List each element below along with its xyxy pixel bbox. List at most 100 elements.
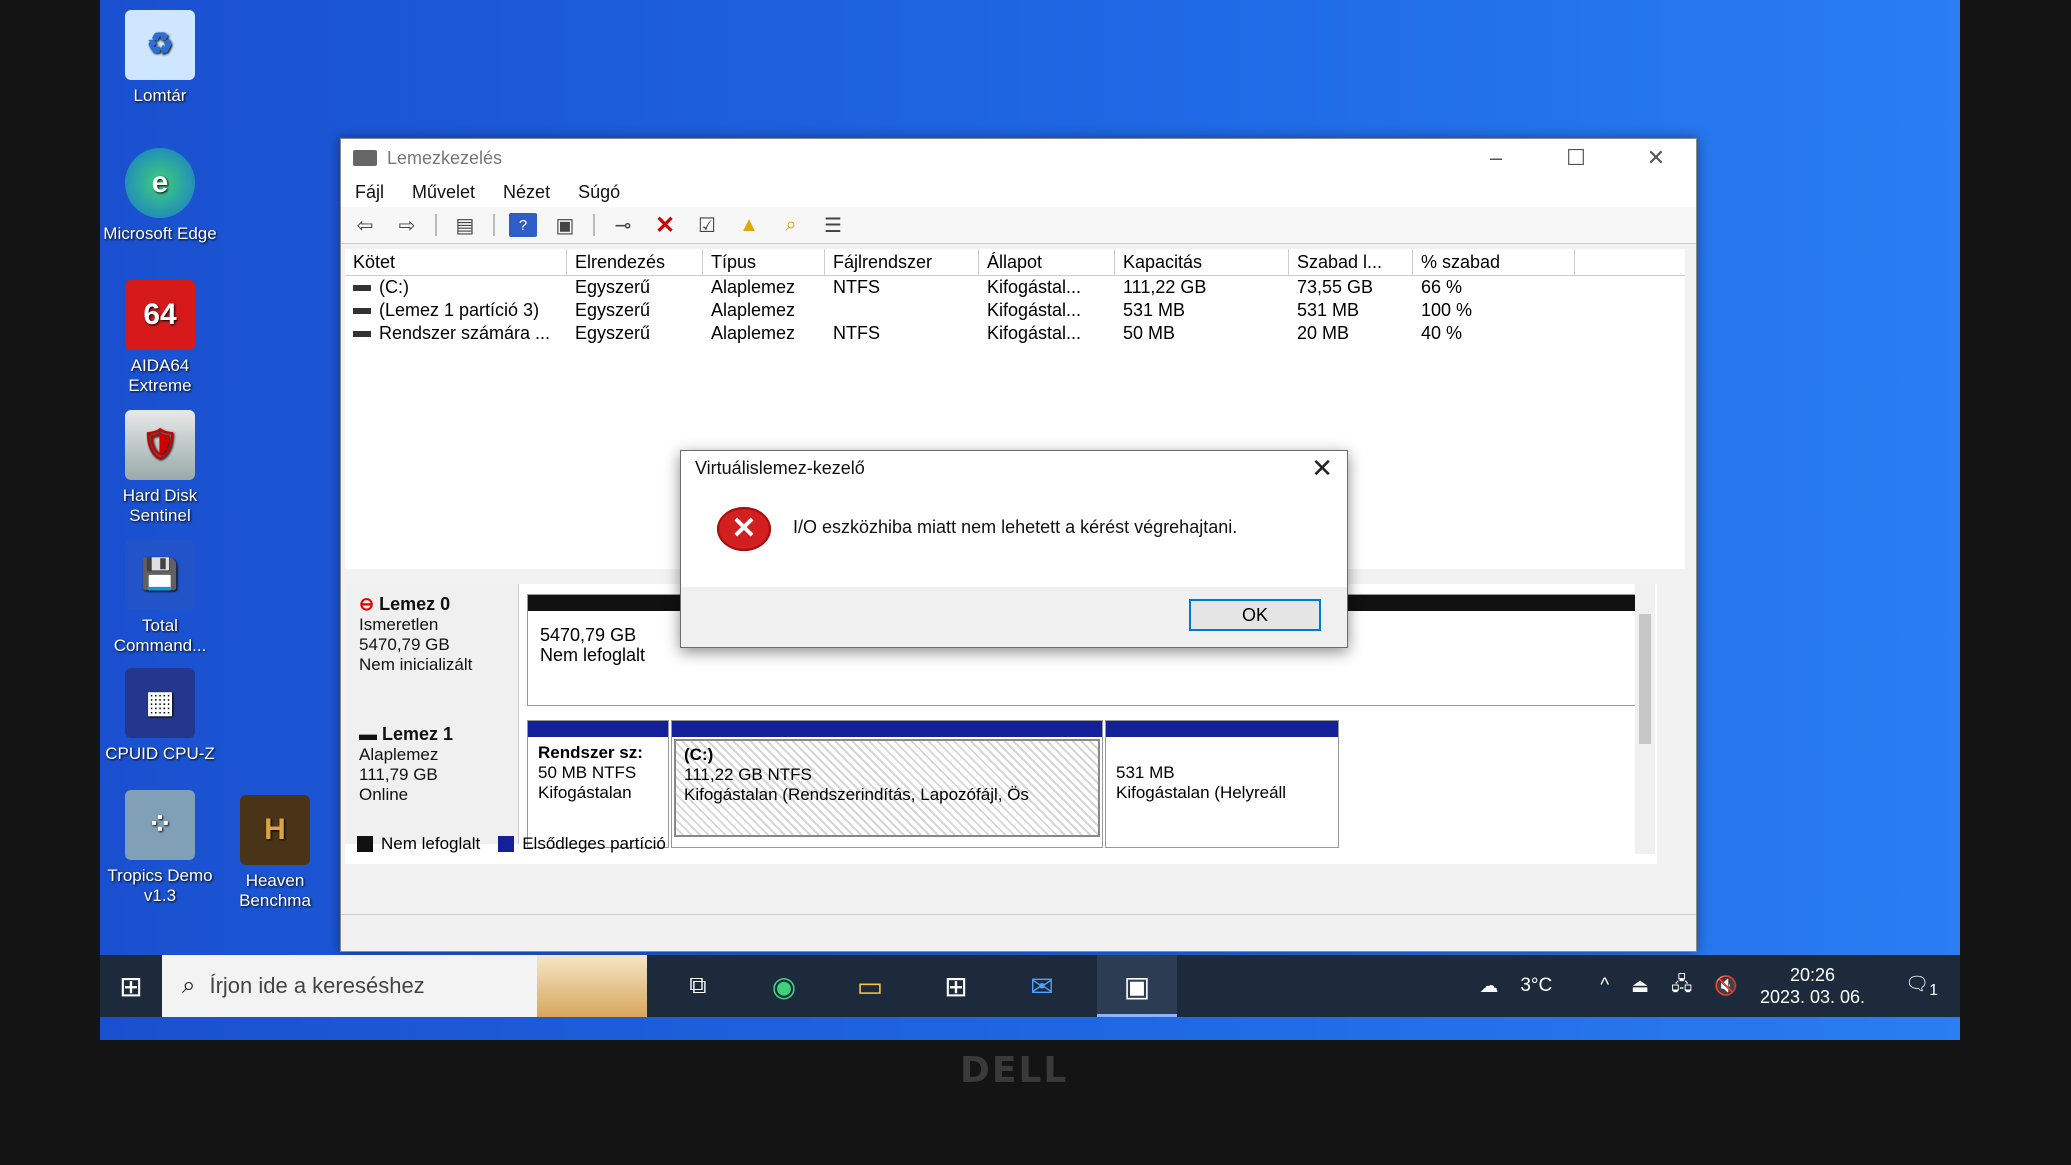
toolbar-separator xyxy=(493,214,495,236)
volume-icon xyxy=(353,331,371,338)
column-header[interactable]: Szabad l... xyxy=(1289,249,1413,275)
close-button[interactable]: ✕ xyxy=(1616,145,1696,171)
clock-date: 2023. 03. 06. xyxy=(1759,987,1866,1007)
table-cell: NTFS xyxy=(833,277,880,297)
store-icon[interactable]: ⊞ xyxy=(925,955,987,1017)
column-header[interactable]: Állapot xyxy=(979,249,1115,275)
disk-error-icon: ⊖ xyxy=(359,594,375,614)
partition-c[interactable]: (C:) 111,22 GB NTFS Kifogástalan (Rendsz… xyxy=(671,720,1103,848)
desktop-icon-aida64[interactable]: 64 AIDA64 Extreme xyxy=(100,280,220,396)
desktop-icon-recycle-bin[interactable]: ♻ Lomtár xyxy=(100,10,220,106)
disk-management-taskbar-icon[interactable]: ▣ xyxy=(1097,955,1177,1017)
dialog-message: I/O eszközhiba miatt nem lehetett a kéré… xyxy=(793,517,1238,537)
taskbar-search[interactable]: ⌕ Írjon ide a kereséshez xyxy=(162,955,647,1017)
column-header[interactable]: % szabad xyxy=(1413,249,1575,275)
table-cell xyxy=(825,299,979,322)
help-icon[interactable]: ? xyxy=(509,213,537,237)
connect-disk-icon[interactable]: ⊸ xyxy=(609,213,637,237)
menu-action[interactable]: Művelet xyxy=(412,182,475,203)
partition-status: Kifogástalan (Rendszerindítás, Lapozófáj… xyxy=(684,785,1029,804)
tropics-icon: ⁘ xyxy=(125,790,195,860)
mail-icon[interactable]: ✉ xyxy=(1011,955,1073,1017)
legend-primary: Elsődleges partíció xyxy=(522,834,666,853)
disk-management-icon xyxy=(353,150,377,166)
active-indicator xyxy=(1097,1014,1177,1017)
dialog-close-button[interactable]: ✕ xyxy=(1311,453,1333,484)
desktop-icon-heaven[interactable]: H Heaven Benchma xyxy=(215,795,335,911)
dialog-title: Virtuálislemez-kezelő xyxy=(695,458,865,478)
table-cell: Egyszerű xyxy=(575,323,651,343)
forward-arrow-icon[interactable]: ⇨ xyxy=(393,213,421,237)
partition-detail: 531 MB xyxy=(1116,763,1175,782)
weather-icon[interactable]: ☁ xyxy=(1479,975,1498,998)
search-input[interactable]: Írjon ide a kereséshez xyxy=(209,973,424,999)
aida64-icon: 64 xyxy=(125,280,195,350)
partition-name: (C:) xyxy=(684,745,714,764)
column-header[interactable]: Kötet xyxy=(345,249,567,275)
checkmark-icon[interactable]: ☑ xyxy=(693,213,721,237)
window-title: Lemezkezelés xyxy=(387,147,503,168)
table-cell: 66 % xyxy=(1421,277,1463,297)
table-cell: Kifogástal... xyxy=(987,300,1082,320)
network-icon[interactable]: 🖧 xyxy=(1671,970,1692,1002)
table-cell: Alaplemez xyxy=(711,300,796,320)
chevron-up-icon[interactable]: ^ xyxy=(1600,975,1609,997)
start-button[interactable]: ⊞ xyxy=(100,955,162,1017)
list-view-icon[interactable]: ☰ xyxy=(819,213,847,237)
properties-icon[interactable]: ▣ xyxy=(551,213,579,237)
table-row[interactable]: (C:) Egyszerű Alaplemez NTFS Kifogástal.… xyxy=(345,276,1685,299)
disk-type: Alaplemez xyxy=(359,745,439,764)
clock[interactable]: 20:26 2023. 03. 06. xyxy=(1760,964,1865,1008)
table-row[interactable]: Rendszer számára ... Egyszerű Alaplemez … xyxy=(345,322,1685,345)
dialog-footer: OK xyxy=(681,587,1347,647)
scrollbar-thumb[interactable] xyxy=(1639,614,1651,744)
volume-muted-icon[interactable]: 🔇 xyxy=(1714,974,1738,998)
delete-icon[interactable]: ✕ xyxy=(651,212,679,239)
toolbar: ⇦ ⇨ ▤ ? ▣ ⊸ ✕ ☑ ▲ ⌕ ☰ xyxy=(341,207,1696,244)
volume-icon xyxy=(353,308,371,315)
minimize-button[interactable]: – xyxy=(1456,145,1536,171)
usb-icon[interactable]: ⏏ xyxy=(1631,975,1649,998)
desktop-icon-cpuz[interactable]: ▦ CPUID CPU-Z xyxy=(100,668,220,764)
menu-file[interactable]: Fájl xyxy=(355,182,384,203)
vertical-scrollbar[interactable] xyxy=(1635,584,1655,854)
primary-partition-bar xyxy=(1106,721,1338,737)
column-header[interactable]: Típus xyxy=(703,249,825,275)
file-explorer-icon[interactable]: ▭ xyxy=(839,955,901,1017)
menu-view[interactable]: Nézet xyxy=(503,182,550,203)
desktop-icon-hdsentinel[interactable]: 🛡 Hard Disk Sentinel xyxy=(100,410,220,526)
folder-search-icon[interactable]: ⌕ xyxy=(777,213,805,237)
menu-help[interactable]: Súgó xyxy=(578,182,620,203)
table-cell: Kifogástal... xyxy=(987,277,1082,297)
task-view-icon[interactable]: ⧉ xyxy=(667,955,729,1017)
ok-button[interactable]: OK xyxy=(1189,599,1321,631)
partition-recovery[interactable]: 531 MB Kifogástalan (Helyreáll xyxy=(1105,720,1339,848)
table-cell: 531 MB xyxy=(1297,300,1360,320)
table-cell: Alaplemez xyxy=(711,277,796,297)
weather-temp[interactable]: 3°C xyxy=(1520,975,1552,997)
disk-0-label[interactable]: ⊖ Lemez 0 Ismeretlen 5470,79 GB Nem inic… xyxy=(345,584,519,714)
desktop-icon-tropics[interactable]: ⁘ Tropics Demo v1.3 xyxy=(100,790,220,906)
folder-up-icon[interactable]: ▲ xyxy=(735,213,763,237)
disk-size: 111,79 GB xyxy=(359,765,438,784)
column-header[interactable]: Kapacitás xyxy=(1115,249,1289,275)
table-cell: Kifogástal... xyxy=(987,323,1082,343)
notification-icon[interactable]: 🗨1 xyxy=(1905,972,1938,1000)
desktop-icon-edge[interactable]: e Microsoft Edge xyxy=(100,148,220,244)
back-arrow-icon[interactable]: ⇦ xyxy=(351,213,379,237)
maximize-button[interactable]: ☐ xyxy=(1536,145,1616,171)
primary-partition-bar xyxy=(672,721,1102,737)
column-header[interactable]: Elrendezés xyxy=(567,249,703,275)
menu-bar: Fájl Művelet Nézet Súgó xyxy=(341,177,1696,207)
edge-icon[interactable]: ◉ xyxy=(753,955,815,1017)
desktop-icon-totalcmd[interactable]: 💾 Total Command... xyxy=(100,540,220,656)
table-row[interactable]: (Lemez 1 partíció 3) Egyszerű Alaplemez … xyxy=(345,299,1685,322)
column-header[interactable]: Fájlrendszer xyxy=(825,249,979,275)
system-tray: ☁ 3°C ^ ⏏ 🖧 🔇 20:26 2023. 03. 06. 🗨1 xyxy=(1479,964,1960,1008)
window-titlebar[interactable]: Lemezkezelés – ☐ ✕ xyxy=(341,139,1696,177)
disk-size: 5470,79 GB xyxy=(359,635,450,654)
partition-system-reserved[interactable]: Rendszer sz: 50 MB NTFS Kifogástalan xyxy=(527,720,669,848)
console-tree-icon[interactable]: ▤ xyxy=(451,213,479,237)
desktop-icon-label: Microsoft Edge xyxy=(103,224,217,243)
disk-1-label[interactable]: ▬ Lemez 1 Alaplemez 111,79 GB Online xyxy=(345,714,519,844)
